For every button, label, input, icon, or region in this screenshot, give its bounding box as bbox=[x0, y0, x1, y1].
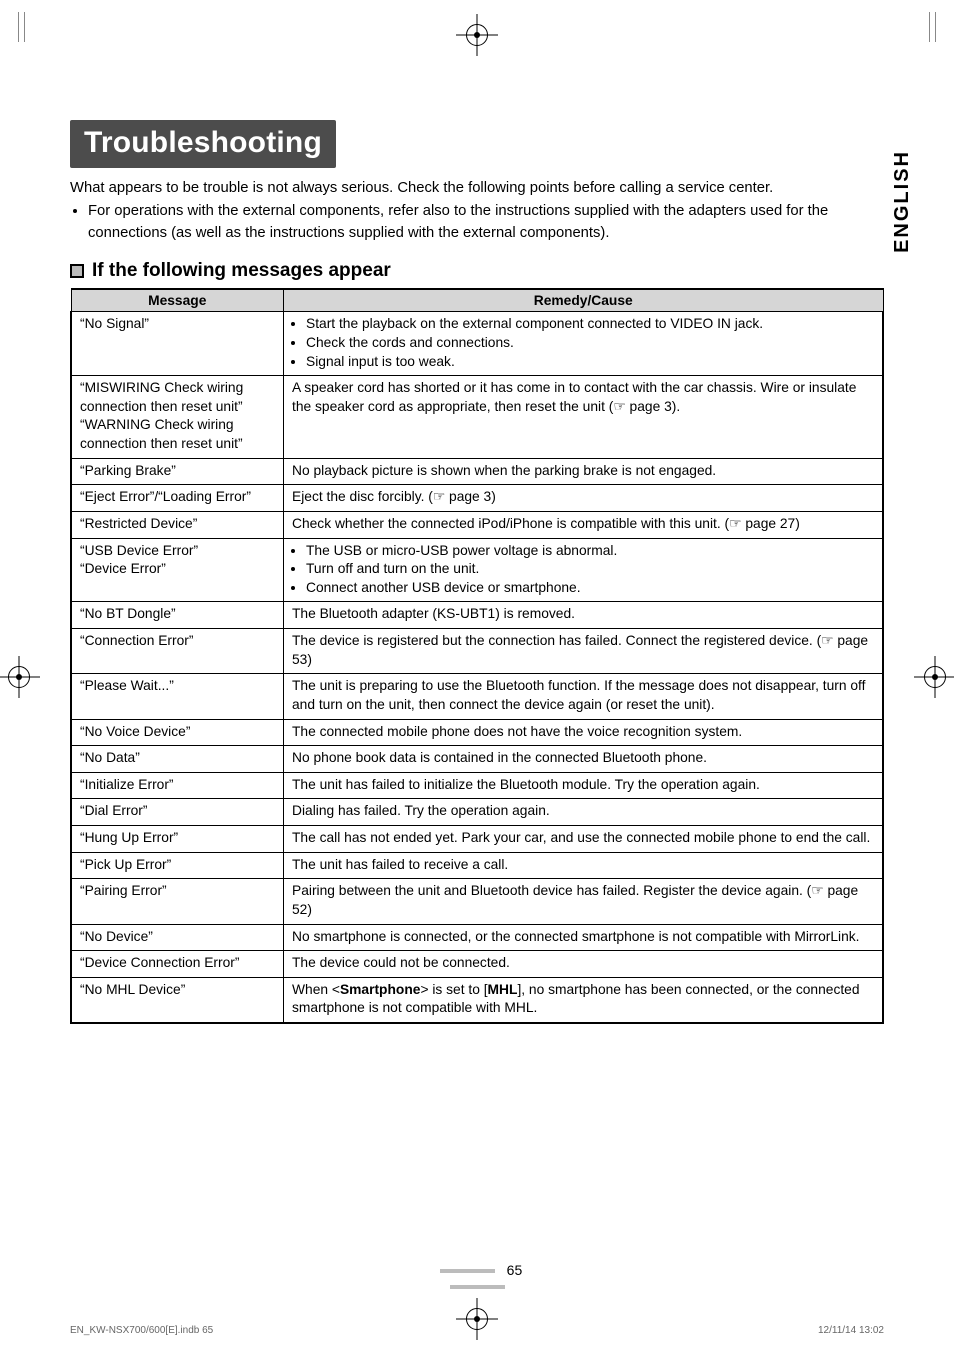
registration-mark-right bbox=[924, 666, 946, 688]
remedy-cell: The Bluetooth adapter (KS-UBT1) is remov… bbox=[284, 602, 884, 629]
remedy-cell: No playback picture is shown when the pa… bbox=[284, 458, 884, 485]
page-number-text: 65 bbox=[507, 1262, 523, 1278]
remedy-list-item: Start the playback on the external compo… bbox=[306, 315, 874, 334]
message-cell: “Restricted Device” bbox=[71, 511, 284, 538]
remedy-cell: When <Smartphone> is set to [MHL], no sm… bbox=[284, 977, 884, 1023]
table-row: “Restricted Device”Check whether the con… bbox=[71, 511, 883, 538]
remedy-cell: Eject the disc forcibly. (☞ page 3) bbox=[284, 485, 884, 512]
message-cell: “Initialize Error” bbox=[71, 772, 284, 799]
remedy-cell: The device could not be connected. bbox=[284, 951, 884, 978]
message-cell: “Dial Error” bbox=[71, 799, 284, 826]
remedy-list-item: The USB or micro-USB power voltage is ab… bbox=[306, 542, 874, 561]
table-row: “No Voice Device”The connected mobile ph… bbox=[71, 719, 883, 746]
remedy-list-item: Signal input is too weak. bbox=[306, 353, 874, 372]
message-cell: “Eject Error”/“Loading Error” bbox=[71, 485, 284, 512]
table-row: “No Data”No phone book data is contained… bbox=[71, 746, 883, 773]
remedy-cell: Pairing between the unit and Bluetooth d… bbox=[284, 879, 884, 924]
message-cell: “No BT Dongle” bbox=[71, 602, 284, 629]
remedy-cell: The unit has failed to receive a call. bbox=[284, 852, 884, 879]
intro-bullet: For operations with the external compone… bbox=[88, 201, 884, 244]
footer-timestamp: 12/11/14 13:02 bbox=[818, 1325, 884, 1336]
remedy-cell: The device is registered but the connect… bbox=[284, 629, 884, 674]
table-row: “MISWIRING Check wiring connection then … bbox=[71, 376, 883, 459]
crop-mark-top-left bbox=[12, 12, 52, 52]
message-cell: “No MHL Device” bbox=[71, 977, 284, 1023]
remedy-cell: No phone book data is contained in the c… bbox=[284, 746, 884, 773]
page-number: 65 bbox=[397, 1262, 557, 1294]
table-row: “Please Wait...”The unit is preparing to… bbox=[71, 674, 883, 719]
table-row: “No MHL Device”When <Smartphone> is set … bbox=[71, 977, 883, 1023]
table-row: “Pairing Error”Pairing between the unit … bbox=[71, 879, 883, 924]
message-cell: “Parking Brake” bbox=[71, 458, 284, 485]
table-row: “Initialize Error”The unit has failed to… bbox=[71, 772, 883, 799]
table-row: “Dial Error”Dialing has failed. Try the … bbox=[71, 799, 883, 826]
table-row: “No Signal” Start the playback on the ext… bbox=[71, 312, 883, 376]
table-row: “Hung Up Error”The call has not ended ye… bbox=[71, 826, 883, 853]
message-cell: “No Device” bbox=[71, 924, 284, 951]
table-row: “Pick Up Error”The unit has failed to re… bbox=[71, 852, 883, 879]
table-row: “Parking Brake”No playback picture is sh… bbox=[71, 458, 883, 485]
remedy-list-item: Turn off and turn on the unit. bbox=[306, 560, 874, 579]
remedy-cell: Check whether the connected iPod/iPhone … bbox=[284, 511, 884, 538]
footer-filename: EN_KW-NSX700/600[E].indb 65 bbox=[70, 1325, 213, 1336]
message-cell: “Pick Up Error” bbox=[71, 852, 284, 879]
table-header-remedy: Remedy/Cause bbox=[284, 289, 884, 312]
messages-table: Message Remedy/Cause “No Signal” Start th… bbox=[70, 288, 884, 1024]
registration-mark-top bbox=[466, 24, 488, 46]
message-cell: “MISWIRING Check wiring connection then … bbox=[71, 376, 284, 459]
registration-mark-bottom bbox=[466, 1308, 488, 1330]
language-tab: ENGLISH bbox=[891, 150, 914, 253]
table-row: “Connection Error”The device is register… bbox=[71, 629, 883, 674]
remedy-cell: No smartphone is connected, or the conne… bbox=[284, 924, 884, 951]
table-row: “USB Device Error”“Device Error” The USB … bbox=[71, 538, 883, 602]
intro-line: What appears to be trouble is not always… bbox=[70, 180, 773, 196]
remedy-cell: The call has not ended yet. Park your ca… bbox=[284, 826, 884, 853]
table-row: “Eject Error”/“Loading Error”Eject the d… bbox=[71, 485, 883, 512]
page-title: Troubleshooting bbox=[84, 126, 322, 160]
registration-mark-left bbox=[8, 666, 30, 688]
table-row: “No Device”No smartphone is connected, o… bbox=[71, 924, 883, 951]
message-cell: “USB Device Error”“Device Error” bbox=[71, 538, 284, 602]
message-cell: “No Voice Device” bbox=[71, 719, 284, 746]
message-cell: “Connection Error” bbox=[71, 629, 284, 674]
table-header-message: Message bbox=[71, 289, 284, 312]
remedy-cell: The connected mobile phone does not have… bbox=[284, 719, 884, 746]
remedy-cell: Start the playback on the external compo… bbox=[284, 312, 884, 376]
section-heading: If the following messages appear bbox=[70, 260, 884, 282]
section-bullet-icon bbox=[70, 264, 84, 278]
intro-text: What appears to be trouble is not always… bbox=[70, 178, 884, 244]
remedy-list-item: Connect another USB device or smartphone… bbox=[306, 579, 874, 598]
remedy-cell: A speaker cord has shorted or it has com… bbox=[284, 376, 884, 459]
page-title-bar: Troubleshooting bbox=[70, 120, 336, 168]
remedy-cell: Dialing has failed. Try the operation ag… bbox=[284, 799, 884, 826]
section-heading-text: If the following messages appear bbox=[92, 260, 391, 282]
table-row: “Device Connection Error”The device coul… bbox=[71, 951, 883, 978]
message-cell: “No Signal” bbox=[71, 312, 284, 376]
remedy-cell: The unit has failed to initialize the Bl… bbox=[284, 772, 884, 799]
crop-mark-top-right bbox=[902, 12, 942, 52]
message-cell: “Hung Up Error” bbox=[71, 826, 284, 853]
message-cell: “Please Wait...” bbox=[71, 674, 284, 719]
table-row: “No BT Dongle”The Bluetooth adapter (KS-… bbox=[71, 602, 883, 629]
remedy-cell: The unit is preparing to use the Bluetoo… bbox=[284, 674, 884, 719]
message-cell: “Device Connection Error” bbox=[71, 951, 284, 978]
message-cell: “No Data” bbox=[71, 746, 284, 773]
remedy-list-item: Check the cords and connections. bbox=[306, 334, 874, 353]
remedy-cell: The USB or micro-USB power voltage is ab… bbox=[284, 538, 884, 602]
message-cell: “Pairing Error” bbox=[71, 879, 284, 924]
